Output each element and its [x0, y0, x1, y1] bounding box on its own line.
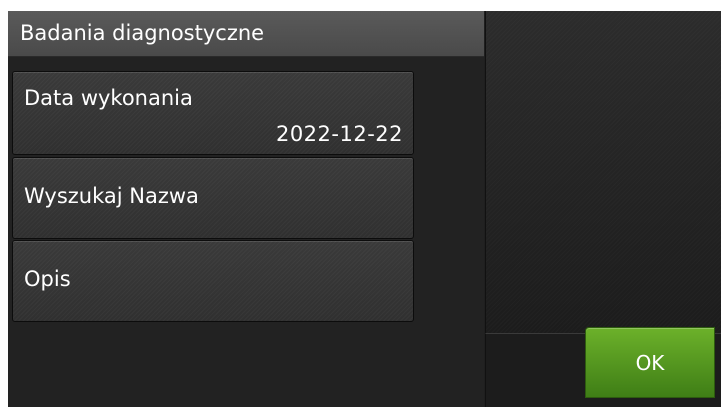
preview-panel	[485, 11, 721, 334]
ok-button-label: OK	[635, 351, 665, 375]
date-field-value: 2022-12-22	[275, 122, 403, 146]
ok-button[interactable]: OK	[585, 327, 715, 398]
search-name-field-label: Wyszukaj Nazwa	[24, 184, 199, 208]
search-name-field[interactable]: Wyszukaj Nazwa	[12, 157, 414, 239]
page-title: Badania diagnostyczne	[20, 21, 265, 45]
date-field-label: Data wykonania	[24, 86, 193, 110]
description-field-label: Opis	[24, 267, 71, 291]
form-panel: Badania diagnostyczne Data wykonania 202…	[8, 11, 484, 407]
description-field[interactable]: Opis	[12, 240, 414, 322]
title-bar: Badania diagnostyczne	[8, 11, 484, 57]
date-field[interactable]: Data wykonania 2022-12-22	[12, 71, 414, 155]
